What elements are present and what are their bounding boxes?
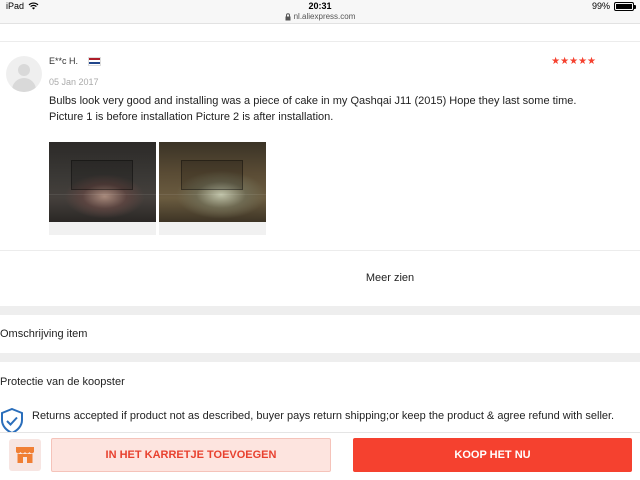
avatar-head (18, 64, 30, 76)
review-photo-2[interactable] (159, 142, 266, 235)
review-text-line-1: Bulbs look very good and installing was … (49, 95, 577, 107)
status-right: 99% (591, 1, 636, 11)
garage-before-image (49, 142, 156, 222)
buyer-protection-section: Protectie van de koopster Returns accept… (0, 362, 640, 434)
section-divider (0, 353, 640, 362)
review-text-line-2: Picture 1 is before installation Picture… (49, 111, 334, 123)
floor-line (49, 194, 156, 195)
avatar (6, 56, 42, 92)
reviewer-info: E**c H. (49, 56, 102, 66)
more-reviews-row[interactable]: Meer zien (0, 250, 640, 306)
review-date: 05 Jan 2017 (49, 77, 99, 87)
add-to-cart-button[interactable]: IN HET KARRETJE TOEVOEGEN (51, 438, 331, 472)
floor-line (159, 194, 266, 195)
store-button[interactable] (9, 439, 41, 471)
returns-policy-text: Returns accepted if product not as descr… (32, 410, 615, 422)
garage-door (71, 160, 133, 190)
lock-icon (285, 12, 291, 20)
item-description-label: Omschrijving item (0, 328, 88, 340)
more-reviews-link[interactable]: Meer zien (0, 272, 640, 284)
review-photos (49, 142, 266, 235)
section-divider (0, 306, 640, 315)
clock: 20:31 (308, 1, 332, 11)
store-icon (16, 447, 34, 463)
buyer-protection-title: Protectie van de koopster (0, 376, 125, 388)
url-text: nl.aliexpress.com (293, 12, 356, 21)
garage-after-image (159, 142, 266, 222)
shield-check-icon (0, 408, 23, 434)
garage-door (181, 160, 243, 190)
review-card: E**c H. ★★★★★ 05 Jan 2017 Bulbs look ver… (0, 42, 640, 250)
bottom-action-bar: IN HET KARRETJE TOEVOEGEN KOOP HET NU (0, 432, 640, 480)
buy-now-button[interactable]: KOOP HET NU (353, 438, 632, 472)
rating-stars: ★★★★★ (551, 56, 596, 67)
battery-percent: 99% (591, 1, 610, 11)
address-bar[interactable]: nl.aliexpress.com (0, 12, 640, 21)
review-photo-1[interactable] (49, 142, 156, 235)
reviewer-name: E**c H. (49, 56, 79, 66)
ios-status-bar: iPad 20:31 nl.aliexpress.com 99% (0, 0, 640, 24)
netherlands-flag-icon (88, 56, 102, 66)
review-text: Bulbs look very good and installing was … (49, 93, 619, 125)
avatar-body (12, 78, 36, 92)
battery-icon (614, 1, 636, 11)
item-description-row[interactable]: Omschrijving item (0, 315, 640, 353)
previous-content-strip (0, 24, 640, 42)
battery-fill (616, 3, 632, 9)
